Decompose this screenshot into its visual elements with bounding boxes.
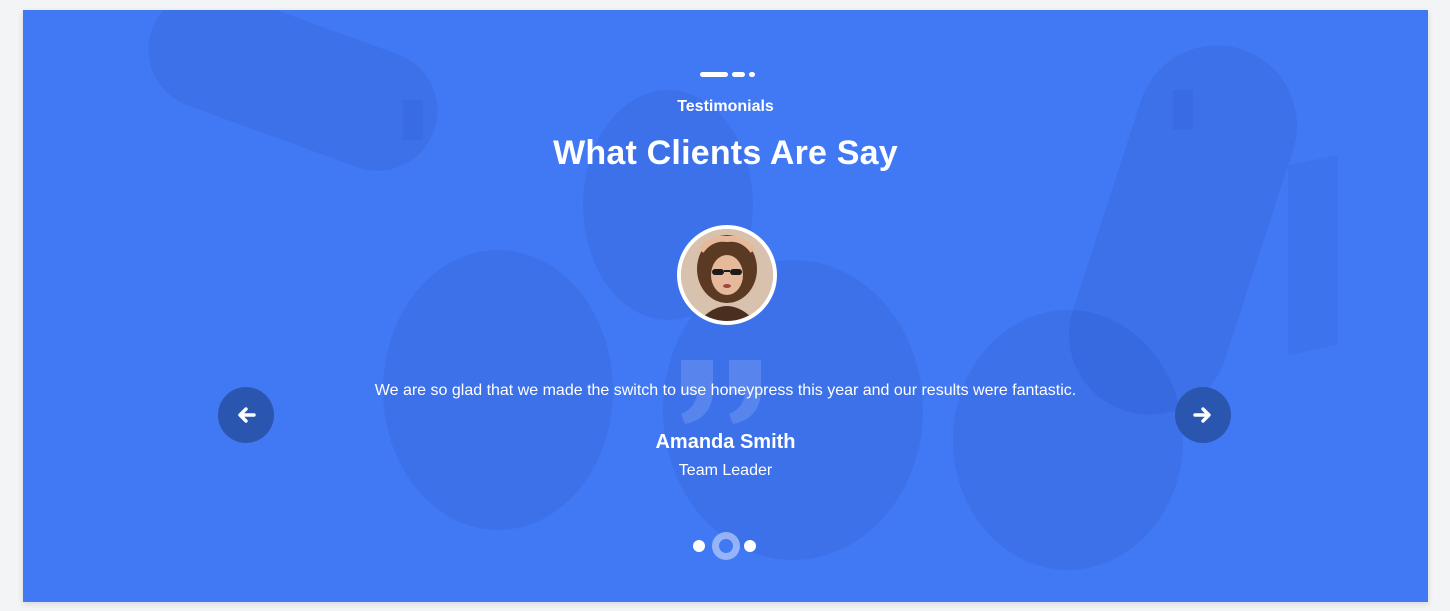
arrow-right-icon [1193, 407, 1211, 423]
section-eyebrow: Testimonials [677, 98, 774, 115]
pagination-dot-3[interactable] [744, 540, 756, 552]
slider-pagination [23, 532, 1428, 560]
avatar [677, 225, 777, 325]
section-title: What Clients Are Say [553, 134, 898, 172]
previous-slide-button[interactable] [218, 387, 274, 443]
background-photo-shape [1288, 154, 1338, 356]
arrow-left-icon [238, 407, 256, 423]
avatar-photo-icon [681, 229, 773, 321]
background-photo-shape [1048, 24, 1318, 436]
testimonial-role: Team Leader [678, 462, 773, 479]
page-frame: Testimonials What Clients Are Say We are… [0, 0, 1450, 611]
divider-dash [700, 72, 728, 77]
pagination-dot-1[interactable] [693, 540, 705, 552]
section-divider-mark [700, 72, 760, 77]
divider-dash [732, 72, 745, 77]
pagination-dot-2-active[interactable] [712, 532, 740, 560]
divider-dash [749, 72, 755, 77]
testimonials-section: Testimonials What Clients Are Say We are… [23, 10, 1428, 602]
next-slide-button[interactable] [1175, 387, 1231, 443]
